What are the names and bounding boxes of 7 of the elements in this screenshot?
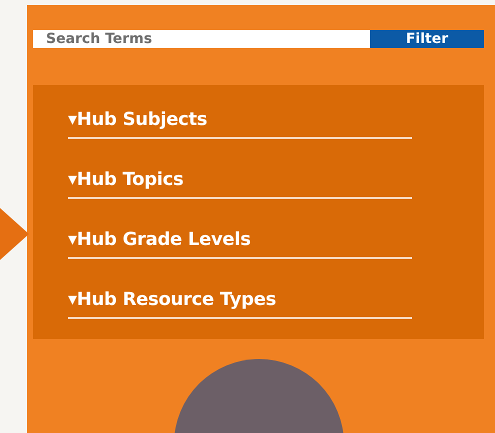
filter-dropdown[interactable]: ▾Hub Subjects (68, 105, 412, 139)
search-field[interactable]: Search Terms (33, 30, 370, 48)
filter-button[interactable]: Filter (370, 30, 484, 48)
filter-dropdown[interactable]: ▾Hub Topics (68, 165, 412, 199)
filter-dropdown[interactable]: ▾Hub Grade Levels (68, 225, 412, 259)
filter-dropdown[interactable]: ▾Hub Resource Types (68, 285, 412, 319)
arrow-icon (0, 208, 29, 260)
